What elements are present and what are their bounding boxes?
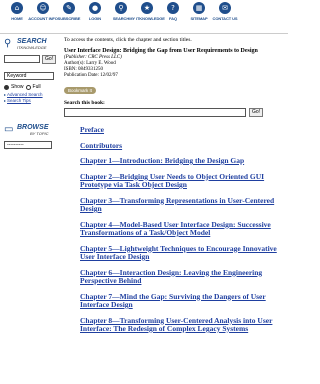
bookmark-button[interactable]: Bookmark It: [64, 87, 97, 94]
nav-label: SITEMAP: [190, 16, 208, 21]
toc-link-preface[interactable]: Preface: [80, 125, 280, 135]
home-icon: ⌂: [11, 2, 23, 14]
top-nav-bar: ⌂ HOME ☺ ACCOUNT INFO ✎ SUBSCRIBE ● LOGIN ⚲ S…: [0, 0, 288, 34]
radio-show-label: Show: [11, 84, 24, 90]
nav-label: HOME: [11, 16, 23, 21]
toc-link-contributors[interactable]: Contributors: [80, 141, 280, 151]
book-icon: ▭: [4, 124, 14, 135]
search-book-label: Search this book:: [64, 100, 105, 106]
search-panel-title: SEARCH: [17, 38, 47, 45]
book-meta: (Publisher: CRC Press LLC) Author(s): La…: [64, 55, 284, 79]
book-search-go-button[interactable]: Go!: [249, 108, 264, 117]
my-icon: ★: [141, 2, 153, 14]
toc-link-chapter-4[interactable]: Chapter 4—Model-Based User Interface Des…: [80, 220, 280, 238]
intro-text: To access the contents, click the chapte…: [64, 37, 192, 43]
account-icon: ☺: [37, 2, 49, 14]
book-title: User Interface Design: Bridging the Gap …: [64, 48, 258, 54]
sitemap-icon: ▦: [193, 2, 205, 14]
nav-login[interactable]: ● LOGIN: [82, 2, 108, 21]
nav-faq[interactable]: ? FAQ: [160, 2, 186, 21]
login-icon: ●: [89, 2, 101, 14]
nav-label: ACCOUNT INFO: [28, 16, 58, 21]
keyword-field[interactable]: [4, 72, 54, 80]
nav-account-info[interactable]: ☺ ACCOUNT INFO: [28, 2, 58, 21]
nav-label: LOGIN: [88, 16, 102, 21]
nav-home[interactable]: ⌂ HOME: [4, 2, 30, 21]
toc-link-chapter-3[interactable]: Chapter 3—Transforming Representations i…: [80, 196, 280, 214]
toc-link-chapter-5[interactable]: Chapter 5—Lightweight Techniques to Enco…: [80, 244, 280, 262]
nav-contact-us[interactable]: ✉ CONTACT US: [212, 2, 238, 21]
table-of-contents: Preface Contributors Chapter 1—Introduct…: [80, 125, 280, 334]
nav-label: SUBSCRIBE: [57, 16, 81, 21]
advanced-search-link[interactable]: Advanced Search: [7, 92, 43, 97]
toc-link-chapter-1[interactable]: Chapter 1—Introduction: Bridging the Des…: [80, 156, 280, 166]
radio-full[interactable]: [25, 84, 31, 90]
nav-label: SEARCH: [112, 16, 130, 21]
search-panel: ⚲ SEARCH ITKNOWLEDGE Go! Show Full Advan…: [4, 38, 57, 104]
nav-subscribe[interactable]: ✎ SUBSCRIBE: [56, 2, 82, 21]
search-icon: ⚲: [115, 2, 127, 14]
search-tips-link[interactable]: Search Tips: [7, 98, 31, 103]
book-search-input[interactable]: [64, 108, 246, 117]
contact-icon: ✉: [219, 2, 231, 14]
subscribe-icon: ✎: [63, 2, 75, 14]
toc-link-chapter-8[interactable]: Chapter 8—Transforming User-Centered Ana…: [80, 316, 280, 334]
nav-my-itknowledge[interactable]: ★ MY ITKNOWLEDGE: [129, 2, 165, 21]
toc-link-chapter-7[interactable]: Chapter 7—Mind the Gap: Surviving the Da…: [80, 292, 280, 310]
nav-sitemap[interactable]: ▦ SITEMAP: [186, 2, 212, 21]
toc-link-chapter-2[interactable]: Chapter 2—Bridging User Needs to Object …: [80, 172, 280, 190]
search-panel-subtitle: ITKNOWLEDGE: [17, 45, 47, 50]
toc-link-chapter-6[interactable]: Chapter 6—Interaction Design: Leaving th…: [80, 268, 280, 286]
topic-select[interactable]: ----------: [4, 141, 52, 149]
content-area: To access the contents, click the chapte…: [64, 37, 284, 341]
site-search-input[interactable]: [4, 55, 40, 63]
left-sidebar: ⚲ SEARCH ITKNOWLEDGE Go! Show Full Advan…: [4, 38, 57, 149]
faq-icon: ?: [167, 2, 179, 14]
nav-label: CONTACT US: [212, 16, 238, 21]
browse-panel-subtitle: BY TOPIC: [29, 131, 49, 136]
site-search-go-button[interactable]: Go!: [42, 55, 57, 64]
browse-panel: ▭ BROWSE BY TOPIC ----------: [4, 124, 56, 149]
radio-full-label: Full: [32, 84, 41, 90]
radio-show[interactable]: [4, 84, 9, 90]
nav-label: FAQ: [169, 16, 177, 21]
nav-icons: ⌂ HOME ☺ ACCOUNT INFO ✎ SUBSCRIBE ● LOGIN ⚲ S…: [4, 2, 238, 21]
book-date: Publication Date: 12/02/97: [64, 73, 118, 78]
magnifier-icon: ⚲: [4, 38, 12, 49]
browse-panel-title: BROWSE: [17, 124, 49, 131]
